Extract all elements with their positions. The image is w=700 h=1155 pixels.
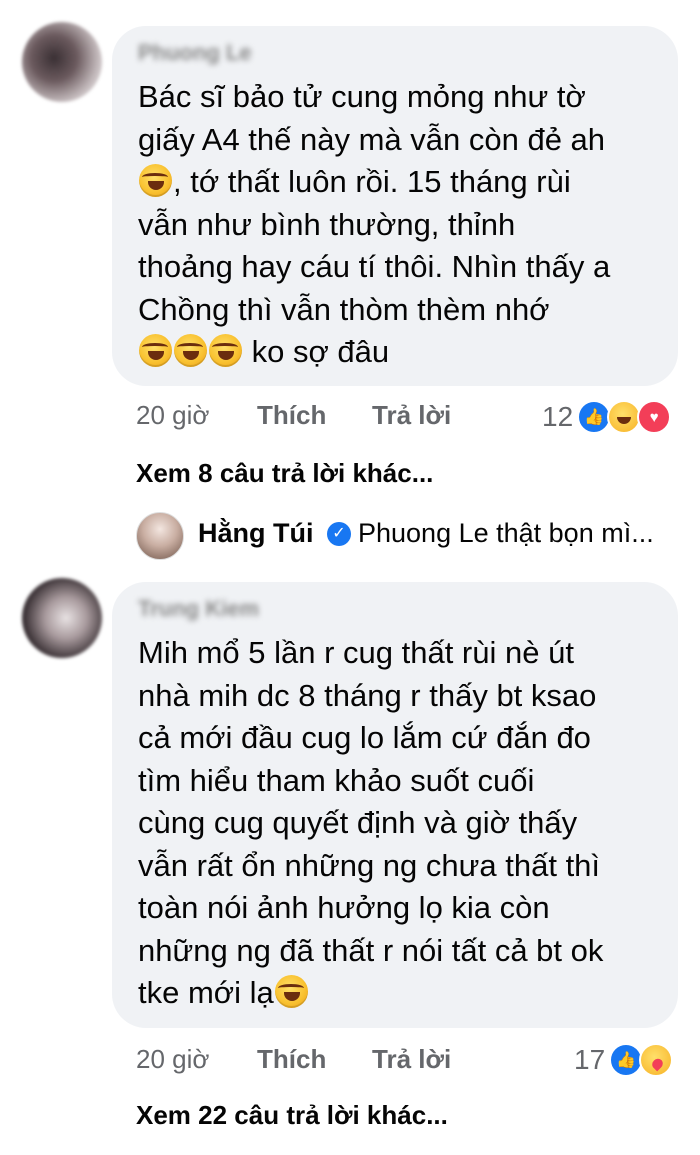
comment-line: Bác sĩ bảo tử cung mỏng như tờ: [138, 79, 586, 114]
view-more-replies-link[interactable]: Xem 8 câu trả lời khác...: [136, 458, 433, 489]
comment-line: cùng cug quyết định và giờ thấy: [138, 805, 578, 840]
comment-line: vẫn như bình thường, thỉnh: [138, 206, 516, 242]
laughing-emoji-icon: [139, 334, 172, 367]
reaction-summary[interactable]: 12 👍 ♥: [542, 400, 672, 434]
reaction-count: 17: [574, 1044, 606, 1075]
comment-line: ko sợ đâu: [138, 331, 658, 374]
reply-preview-text[interactable]: Phuong Le thật bọn mì...: [358, 518, 654, 549]
like-icon: 👍: [609, 1043, 644, 1077]
comment-line-tail: , tớ thất luôn rồi. 15 tháng rùi: [173, 164, 571, 199]
love-icon: ♥: [637, 400, 672, 434]
comment-line-text: tke mới lạ: [138, 975, 274, 1010]
reaction-count: 12: [542, 401, 574, 432]
commenter-name[interactable]: Phuong Le: [138, 40, 288, 68]
comment-line: cả mới đầu cug lo lắm cứ đắn đo: [138, 720, 591, 755]
reply-button[interactable]: Trả lời: [372, 1044, 451, 1075]
laughing-emoji-icon: [274, 975, 308, 1008]
reply-author-name[interactable]: Hằng Túi: [198, 518, 314, 549]
comment-line: Chồng thì vẫn thòm thèm nhớ: [138, 291, 550, 327]
like-button[interactable]: Thích: [257, 400, 326, 431]
laughing-emoji-icon: [174, 334, 207, 367]
comment-line: nhà mih dc 8 tháng r thấy bt ksao: [138, 677, 597, 713]
laughing-emoji-icon: [209, 334, 242, 367]
reply-button[interactable]: Trả lời: [372, 400, 451, 431]
comment-bubble: Trung Kiem Mih mổ 5 lần r cug thất rùi n…: [112, 582, 678, 1028]
comment-time[interactable]: 20 giờ: [136, 1044, 209, 1075]
commenter-avatar[interactable]: [22, 22, 102, 102]
comment-line: , tớ thất luôn rồi. 15 tháng rùi: [138, 161, 658, 204]
comment-line: Mih mổ 5 lần r cug thất rùi nè út: [138, 635, 574, 670]
comment-line: những ng đã thất r nói tất cả bt ok: [138, 932, 604, 968]
view-more-replies-link[interactable]: Xem 22 câu trả lời khác...: [136, 1100, 448, 1131]
comment-line-tail: ko sợ đâu: [243, 334, 390, 369]
like-icon: 👍: [577, 400, 612, 434]
haha-icon: [607, 400, 642, 434]
comment-text: Bác sĩ bảo tử cung mỏng như tờ giấy A4 t…: [138, 76, 658, 374]
like-button[interactable]: Thích: [257, 1044, 326, 1075]
comment-line: vẫn rất ổn những ng chưa thất thì: [138, 847, 601, 883]
comment-bubble: Phuong Le Bác sĩ bảo tử cung mỏng như tờ…: [112, 26, 678, 386]
comment-line: tke mới lạ: [138, 972, 658, 1015]
comment-time[interactable]: 20 giờ: [136, 400, 209, 431]
commenter-avatar[interactable]: [22, 578, 102, 658]
comment-line: toàn nói ảnh hưởng lọ kia còn: [138, 890, 550, 925]
comment-text: Mih mổ 5 lần r cug thất rùi nè út nhà mi…: [138, 632, 658, 1015]
comment-line: giấy A4 thế này mà vẫn còn đẻ ah: [138, 121, 606, 157]
care-icon: [639, 1043, 674, 1077]
verified-badge-icon: ✓: [327, 522, 351, 546]
comment-line: tìm hiểu tham khảo suốt cuối: [138, 762, 535, 798]
reaction-summary[interactable]: 17 👍: [574, 1043, 674, 1077]
comment-line: thoảng hay cáu tí thôi. Nhìn thấy a: [138, 249, 611, 284]
laughing-emoji-icon: [139, 164, 172, 197]
reply-author-avatar[interactable]: [136, 512, 184, 560]
commenter-name[interactable]: Trung Kiem: [138, 596, 288, 624]
